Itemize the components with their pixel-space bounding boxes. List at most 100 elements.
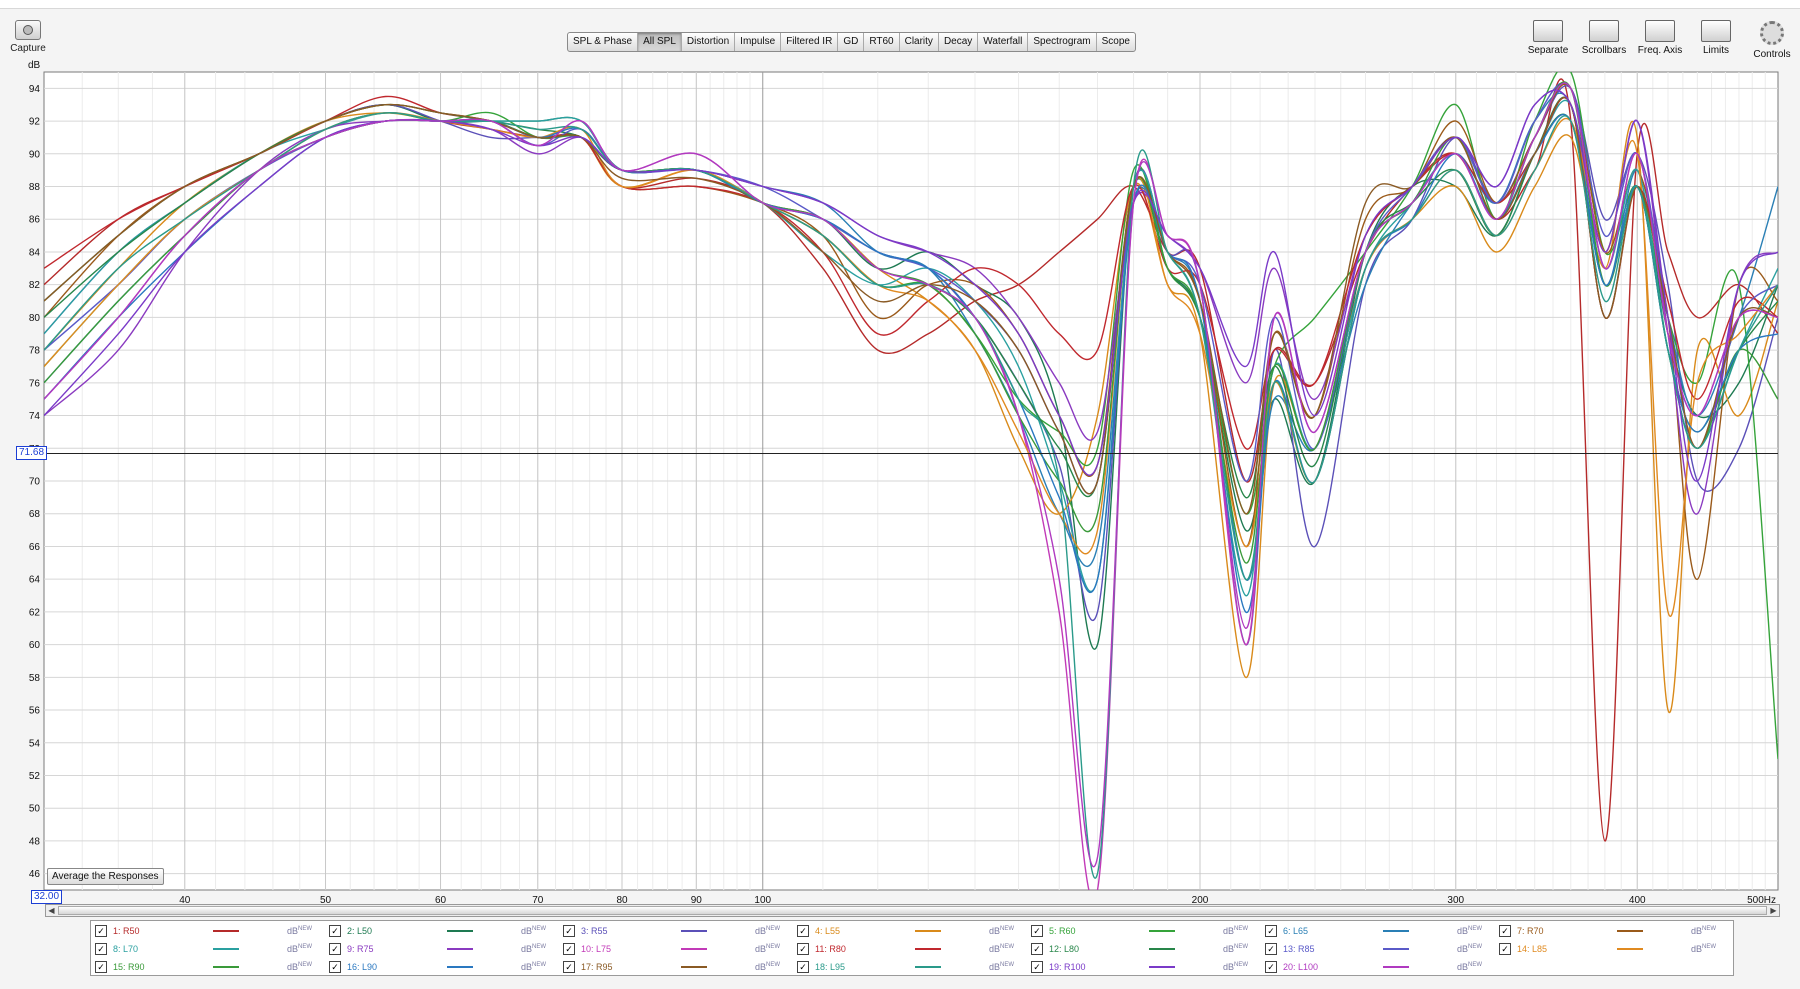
legend-db-badge[interactable]: dBNEW	[287, 926, 312, 936]
tab-rt60[interactable]: RT60	[864, 33, 900, 51]
y-tick-label: 60	[29, 640, 41, 651]
legend-db-badge[interactable]: dBNEW	[1457, 944, 1482, 954]
horizontal-scrollbar[interactable]: ◀ ▶	[45, 904, 1780, 917]
legend-db-badge[interactable]: dBNEW	[755, 926, 780, 936]
legend-item[interactable]: ✓ 18: L95 dBNEW	[797, 959, 1014, 975]
legend-item[interactable]: ✓ 7: R70 dBNEW	[1499, 923, 1716, 939]
legend-db-badge[interactable]: dBNEW	[1457, 962, 1482, 972]
legend-item[interactable]: ✓ 1: R50 dBNEW	[95, 923, 312, 939]
tab-spectrogram[interactable]: Spectrogram	[1028, 33, 1097, 51]
legend-db-badge[interactable]: dBNEW	[287, 944, 312, 954]
cursor-db-readout[interactable]: 71.68	[16, 446, 48, 460]
legend-db-badge[interactable]: dBNEW	[1223, 944, 1248, 954]
tab-distortion[interactable]: Distortion	[682, 33, 736, 51]
legend-db-badge[interactable]: dBNEW	[1223, 962, 1248, 972]
scroll-left-icon[interactable]: ◀	[46, 905, 57, 916]
legend-checkbox[interactable]: ✓	[1499, 925, 1511, 937]
y-tick-label: 90	[29, 149, 41, 160]
legend-item[interactable]: ✓ 5: R60 dBNEW	[1031, 923, 1248, 939]
legend-label: 16: L90	[347, 962, 378, 972]
legend-checkbox[interactable]: ✓	[1265, 925, 1277, 937]
legend-checkbox[interactable]: ✓	[797, 925, 809, 937]
tab-filtered-ir[interactable]: Filtered IR	[781, 33, 839, 51]
legend-checkbox[interactable]: ✓	[329, 925, 341, 937]
tab-clarity[interactable]: Clarity	[900, 33, 939, 51]
legend-item[interactable]: ✓ 8: L70 dBNEW	[95, 941, 312, 957]
legend-item[interactable]: ✓ 14: L85 dBNEW	[1499, 941, 1716, 957]
tab-impulse[interactable]: Impulse	[735, 33, 782, 51]
average-responses-button[interactable]: Average the Responses	[47, 868, 164, 885]
legend-db-badge[interactable]: dBNEW	[1223, 926, 1248, 936]
legend-checkbox[interactable]: ✓	[563, 961, 575, 973]
legend-item[interactable]: ✓ 15: R90 dBNEW	[95, 959, 312, 975]
legend-checkbox[interactable]: ✓	[329, 943, 341, 955]
title-strip	[0, 0, 1800, 9]
legend-item[interactable]: ✓ 2: L50 dBNEW	[329, 923, 546, 939]
legend-checkbox[interactable]: ✓	[329, 961, 341, 973]
legend-checkbox[interactable]: ✓	[797, 961, 809, 973]
legend-db-badge[interactable]: dBNEW	[521, 926, 546, 936]
freq-axis-button[interactable]: Freq. Axis	[1636, 20, 1684, 60]
legend-checkbox[interactable]: ✓	[1031, 925, 1043, 937]
legend-label: 20: L100	[1283, 962, 1319, 972]
legend-db-badge[interactable]: dBNEW	[989, 962, 1014, 972]
tab-waterfall[interactable]: Waterfall	[978, 33, 1029, 51]
limits-button[interactable]: Limits	[1692, 20, 1740, 60]
legend-checkbox[interactable]: ✓	[1031, 943, 1043, 955]
separate-button[interactable]: Separate	[1524, 20, 1572, 60]
controls-button[interactable]: Controls	[1748, 20, 1796, 60]
y-tick-label: 48	[29, 836, 41, 847]
legend-item[interactable]: ✓ 10: L75 dBNEW	[563, 941, 780, 957]
legend-item[interactable]: ✓ 13: R85 dBNEW	[1265, 941, 1482, 957]
y-tick-label: 46	[29, 869, 41, 880]
legend-db-badge[interactable]: dBNEW	[521, 944, 546, 954]
legend-item[interactable]: ✓ 17: R95 dBNEW	[563, 959, 780, 975]
legend-item[interactable]: ✓ 20: L100 dBNEW	[1265, 959, 1482, 975]
legend-item[interactable]: ✓ 3: R55 dBNEW	[563, 923, 780, 939]
legend-item[interactable]: ✓ 9: R75 dBNEW	[329, 941, 546, 957]
legend-item[interactable]: ✓ 12: L80 dBNEW	[1031, 941, 1248, 957]
legend-db-badge[interactable]: dBNEW	[1691, 944, 1716, 954]
legend-db-badge[interactable]: dBNEW	[755, 944, 780, 954]
legend-db-badge[interactable]: dBNEW	[989, 926, 1014, 936]
capture-label: Capture	[10, 43, 46, 54]
legend-checkbox[interactable]: ✓	[563, 943, 575, 955]
y-tick-label: 52	[29, 771, 41, 782]
legend-swatch	[681, 966, 707, 968]
legend-label: 6: L65	[1283, 926, 1309, 936]
legend-checkbox[interactable]: ✓	[95, 943, 107, 955]
x-start-readout[interactable]: 32.00	[31, 890, 63, 904]
spl-chart[interactable]: 4648505254565860626466687072747678808284…	[0, 55, 1800, 905]
legend-db-badge[interactable]: dBNEW	[521, 962, 546, 972]
legend-db-badge[interactable]: dBNEW	[755, 962, 780, 972]
tab-scope[interactable]: Scope	[1097, 33, 1135, 51]
legend-swatch	[1617, 930, 1643, 932]
legend-db-badge[interactable]: dBNEW	[1691, 926, 1716, 936]
tab-spl-phase[interactable]: SPL & Phase	[568, 33, 639, 51]
legend-checkbox[interactable]: ✓	[797, 943, 809, 955]
legend-item[interactable]: ✓ 6: L65 dBNEW	[1265, 923, 1482, 939]
legend-item[interactable]: ✓ 11: R80 dBNEW	[797, 941, 1014, 957]
legend-checkbox[interactable]: ✓	[563, 925, 575, 937]
tab-all-spl[interactable]: All SPL	[638, 33, 682, 51]
legend-checkbox[interactable]: ✓	[95, 961, 107, 973]
legend-checkbox[interactable]: ✓	[1265, 943, 1277, 955]
legend-checkbox[interactable]: ✓	[95, 925, 107, 937]
scrollbars-button[interactable]: Scrollbars	[1580, 20, 1628, 60]
tab-decay[interactable]: Decay	[939, 33, 979, 51]
legend-checkbox[interactable]: ✓	[1031, 961, 1043, 973]
scroll-thumb[interactable]	[58, 906, 1767, 915]
legend-db-badge[interactable]: dBNEW	[989, 944, 1014, 954]
tab-gd[interactable]: GD	[838, 33, 865, 51]
y-tick-label: 74	[29, 411, 41, 422]
y-tick-label: 88	[29, 182, 41, 193]
scroll-right-icon[interactable]: ▶	[1768, 905, 1779, 916]
legend-db-badge[interactable]: dBNEW	[287, 962, 312, 972]
legend-checkbox[interactable]: ✓	[1499, 943, 1511, 955]
legend-item[interactable]: ✓ 4: L55 dBNEW	[797, 923, 1014, 939]
capture-button[interactable]: Capture	[8, 20, 48, 54]
legend-checkbox[interactable]: ✓	[1265, 961, 1277, 973]
legend-db-badge[interactable]: dBNEW	[1457, 926, 1482, 936]
legend-item[interactable]: ✓ 16: L90 dBNEW	[329, 959, 546, 975]
legend-item[interactable]: ✓ 19: R100 dBNEW	[1031, 959, 1248, 975]
